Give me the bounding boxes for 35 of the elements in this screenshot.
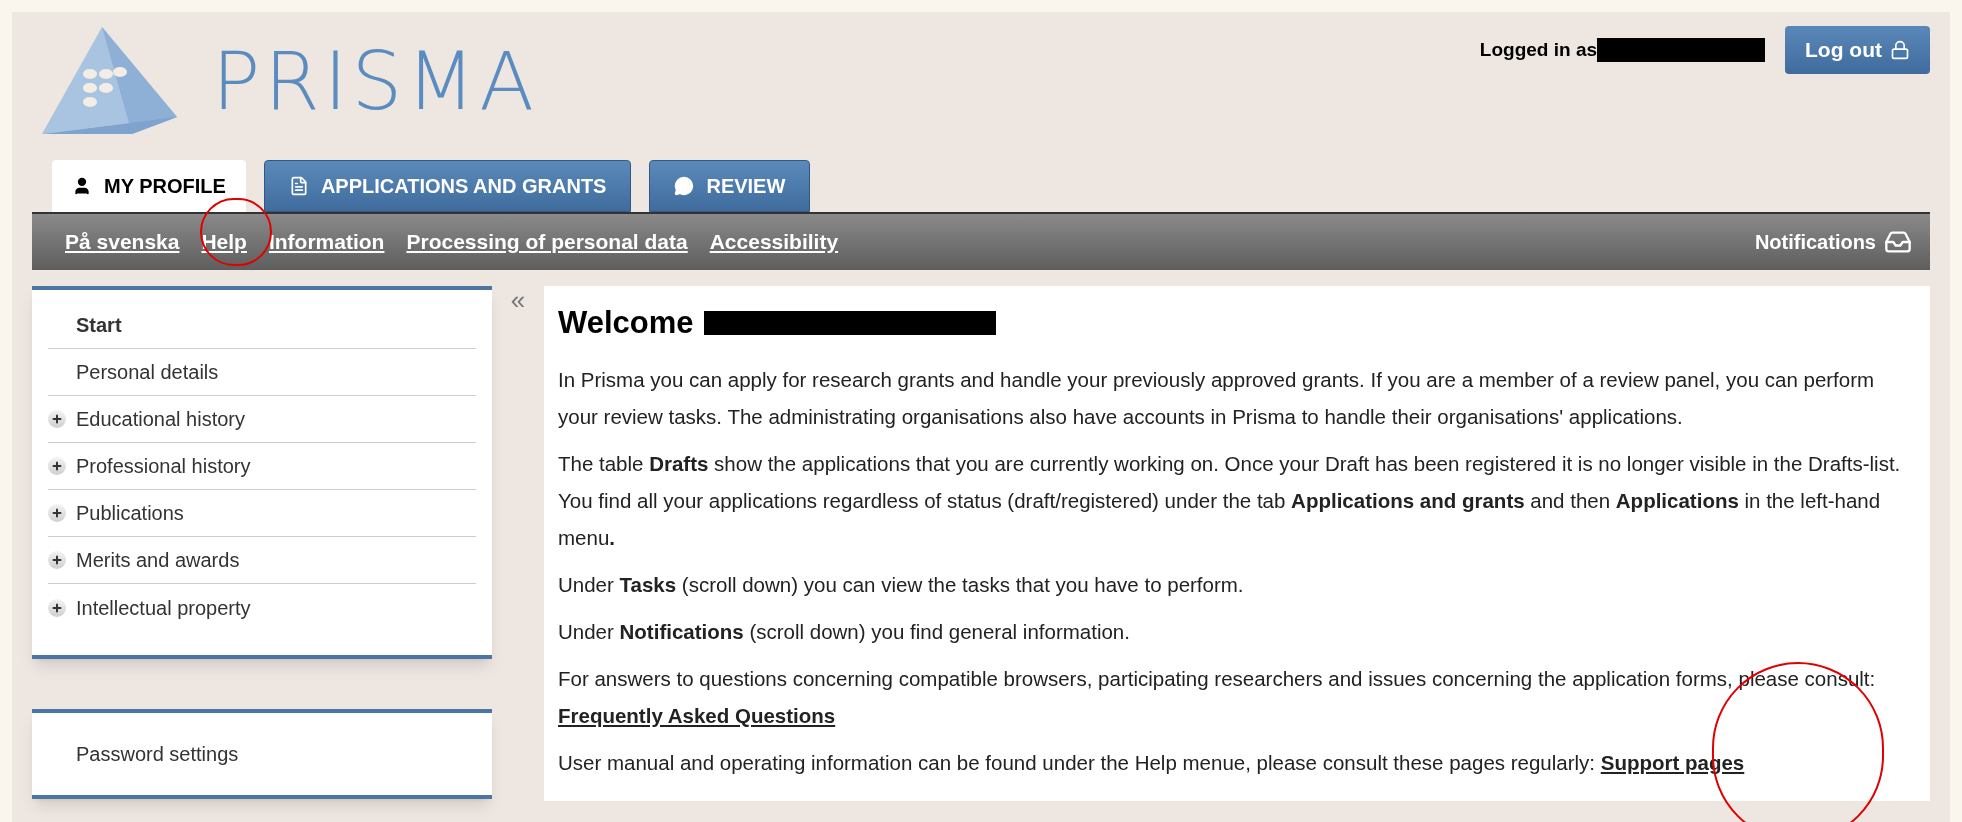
lock-icon: [1890, 40, 1910, 60]
paragraph: In Prisma you can apply for research grants and handle your previously approved grants. If you are a member of a review panel, you can perform your review tasks. The administrating organisations also have accounts in Prisma to handle their organisations' applications.: [558, 366, 1876, 430]
collapse-button[interactable]: «: [510, 286, 526, 314]
sidebar-item[interactable]: Publications: [48, 490, 476, 537]
speech-bubble-icon: [674, 176, 695, 196]
sidebar-item[interactable]: Intellectual property: [48, 584, 476, 631]
paragraph: Under Notifications (scroll down) you find general information.: [558, 618, 1131, 645]
nav-link[interactable]: Information: [268, 226, 385, 258]
expand-icon: [48, 504, 66, 522]
link[interactable]: Frequently Asked Questions: [558, 703, 836, 727]
sidebar-item[interactable]: Personal details: [48, 349, 476, 396]
expand-icon: [48, 410, 66, 428]
sidebar-item[interactable]: Start: [48, 302, 476, 349]
nav-link[interactable]: Processing of personal data: [406, 226, 688, 258]
expand-icon: [48, 457, 66, 475]
sidebar-item[interactable]: Merits and awards: [48, 537, 476, 584]
paragraph: The table Drafts show the applications that you are currently working on. Once your Draft has been registered it is no longer visible in the Drafts-list. You find all your applications regardless of status (draft/registered) under the tab Applications and grants and then Applications in the left-hand menu.: [558, 450, 1902, 551]
tab[interactable]: REVIEW: [649, 160, 811, 212]
sidebar-item[interactable]: Educational history: [48, 396, 476, 443]
logout-button[interactable]: Log out: [1785, 26, 1930, 74]
user-icon: [72, 176, 92, 196]
nav-link[interactable]: På svenska: [65, 226, 180, 258]
nav-link[interactable]: Help: [201, 226, 247, 258]
welcome-heading: Welcome: [558, 304, 694, 342]
paragraph: Under Tasks (scroll down) you can view the tasks that you have to perform.: [558, 571, 1245, 598]
logo-text: PRISMA: [212, 42, 538, 122]
logged-in-label: Logged in as: [1479, 37, 1598, 62]
notifications-link[interactable]: Notifications: [1754, 227, 1912, 257]
tab[interactable]: APPLICATIONS AND GRANTS: [263, 160, 632, 212]
nav-link[interactable]: Accessibility: [709, 226, 839, 258]
expand-icon: [48, 551, 66, 569]
sidebar-item[interactable]: Password settings: [48, 739, 476, 769]
sidebar-item[interactable]: Professional history: [48, 443, 476, 490]
tab[interactable]: MY PROFILE: [52, 160, 246, 212]
expand-icon: [48, 598, 66, 617]
